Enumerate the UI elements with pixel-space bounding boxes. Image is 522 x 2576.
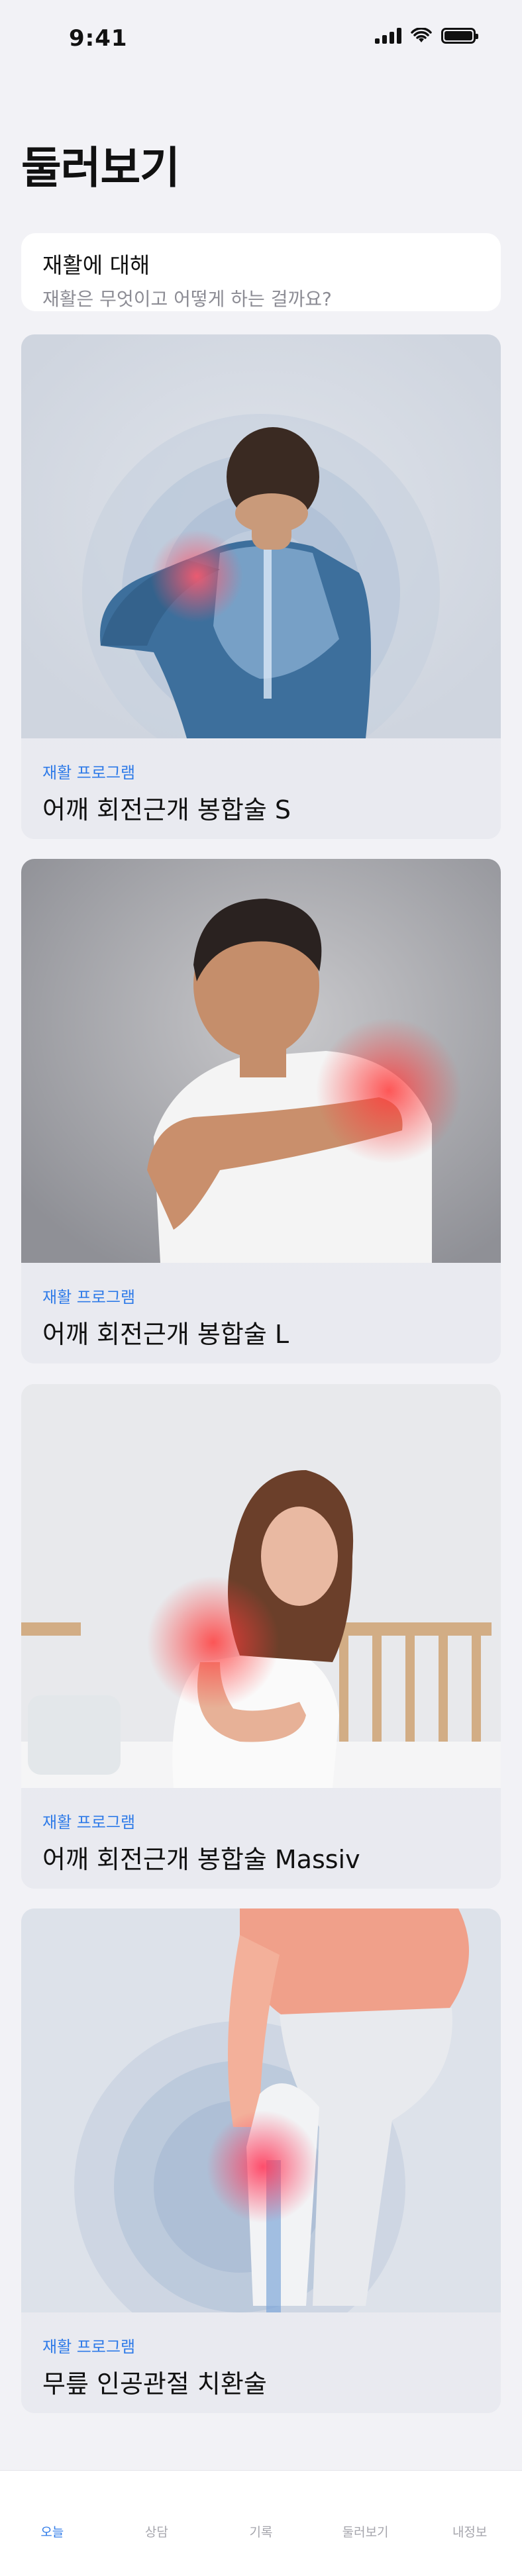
status-icons (375, 28, 478, 44)
wifi-icon (411, 28, 432, 42)
status-time: 9:41 (69, 25, 128, 52)
about-rehab-card[interactable]: 재활에 대해 재활은 무엇이고 어떻게 하는 걸까요? (21, 233, 501, 311)
program-name: 어깨 회전근개 봉합술 S (42, 795, 291, 824)
program-caption: 재활 프로그램 어깨 회전근개 봉합술 Massiv (21, 1788, 501, 1889)
shoulder-pain-woman-icon (21, 1384, 501, 1788)
program-category: 재활 프로그램 (42, 764, 136, 782)
shoulder-xray-back-icon (21, 334, 501, 738)
program-card[interactable]: 재활 프로그램 무릎 인공관절 치환술 (21, 1908, 501, 2413)
page-title: 둘러보기 (21, 142, 180, 193)
program-card[interactable]: 재활 프로그램 어깨 회전근개 봉합술 S (21, 334, 501, 839)
program-category: 재활 프로그램 (42, 1288, 136, 1307)
tab-today[interactable]: 오늘 (0, 2471, 105, 2576)
program-category: 재활 프로그램 (42, 2338, 136, 2356)
about-rehab-subtitle: 재활은 무엇이고 어떻게 하는 걸까요? (42, 288, 332, 310)
explore-screen: 9:41 둘러보기 재활에 대해 재활은 무엇이고 어떻게 하는 걸까요? 재활… (0, 0, 522, 2576)
program-caption: 재활 프로그램 어깨 회전근개 봉합술 S (21, 738, 501, 839)
tab-my-info[interactable]: 내정보 (417, 2471, 522, 2576)
shoulder-pain-man-icon (21, 859, 501, 1263)
program-card[interactable]: 재활 프로그램 어깨 회전근개 봉합술 L (21, 859, 501, 1363)
tab-records[interactable]: 기록 (209, 2471, 313, 2576)
about-rehab-title: 재활에 대해 (42, 252, 150, 278)
program-name: 어깨 회전근개 봉합술 Massiv (42, 1845, 360, 1874)
program-card[interactable]: 재활 프로그램 어깨 회전근개 봉합술 Massiv (21, 1384, 501, 1889)
knee-xray-icon (21, 1908, 501, 2312)
program-category: 재활 프로그램 (42, 1813, 136, 1832)
program-caption: 재활 프로그램 무릎 인공관절 치환술 (21, 2312, 501, 2413)
tab-bar: 오늘 상담 기록 둘러보기 내정보 (0, 2470, 522, 2576)
battery-icon (441, 28, 478, 44)
status-bar: 9:41 (0, 0, 522, 73)
tab-explore[interactable]: 둘러보기 (313, 2471, 418, 2576)
tab-consult[interactable]: 상담 (105, 2471, 209, 2576)
cellular-signal-icon (375, 28, 401, 44)
program-name: 어깨 회전근개 봉합술 L (42, 1320, 289, 1349)
program-name: 무릎 인공관절 치환술 (42, 2369, 267, 2399)
program-caption: 재활 프로그램 어깨 회전근개 봉합술 L (21, 1263, 501, 1363)
